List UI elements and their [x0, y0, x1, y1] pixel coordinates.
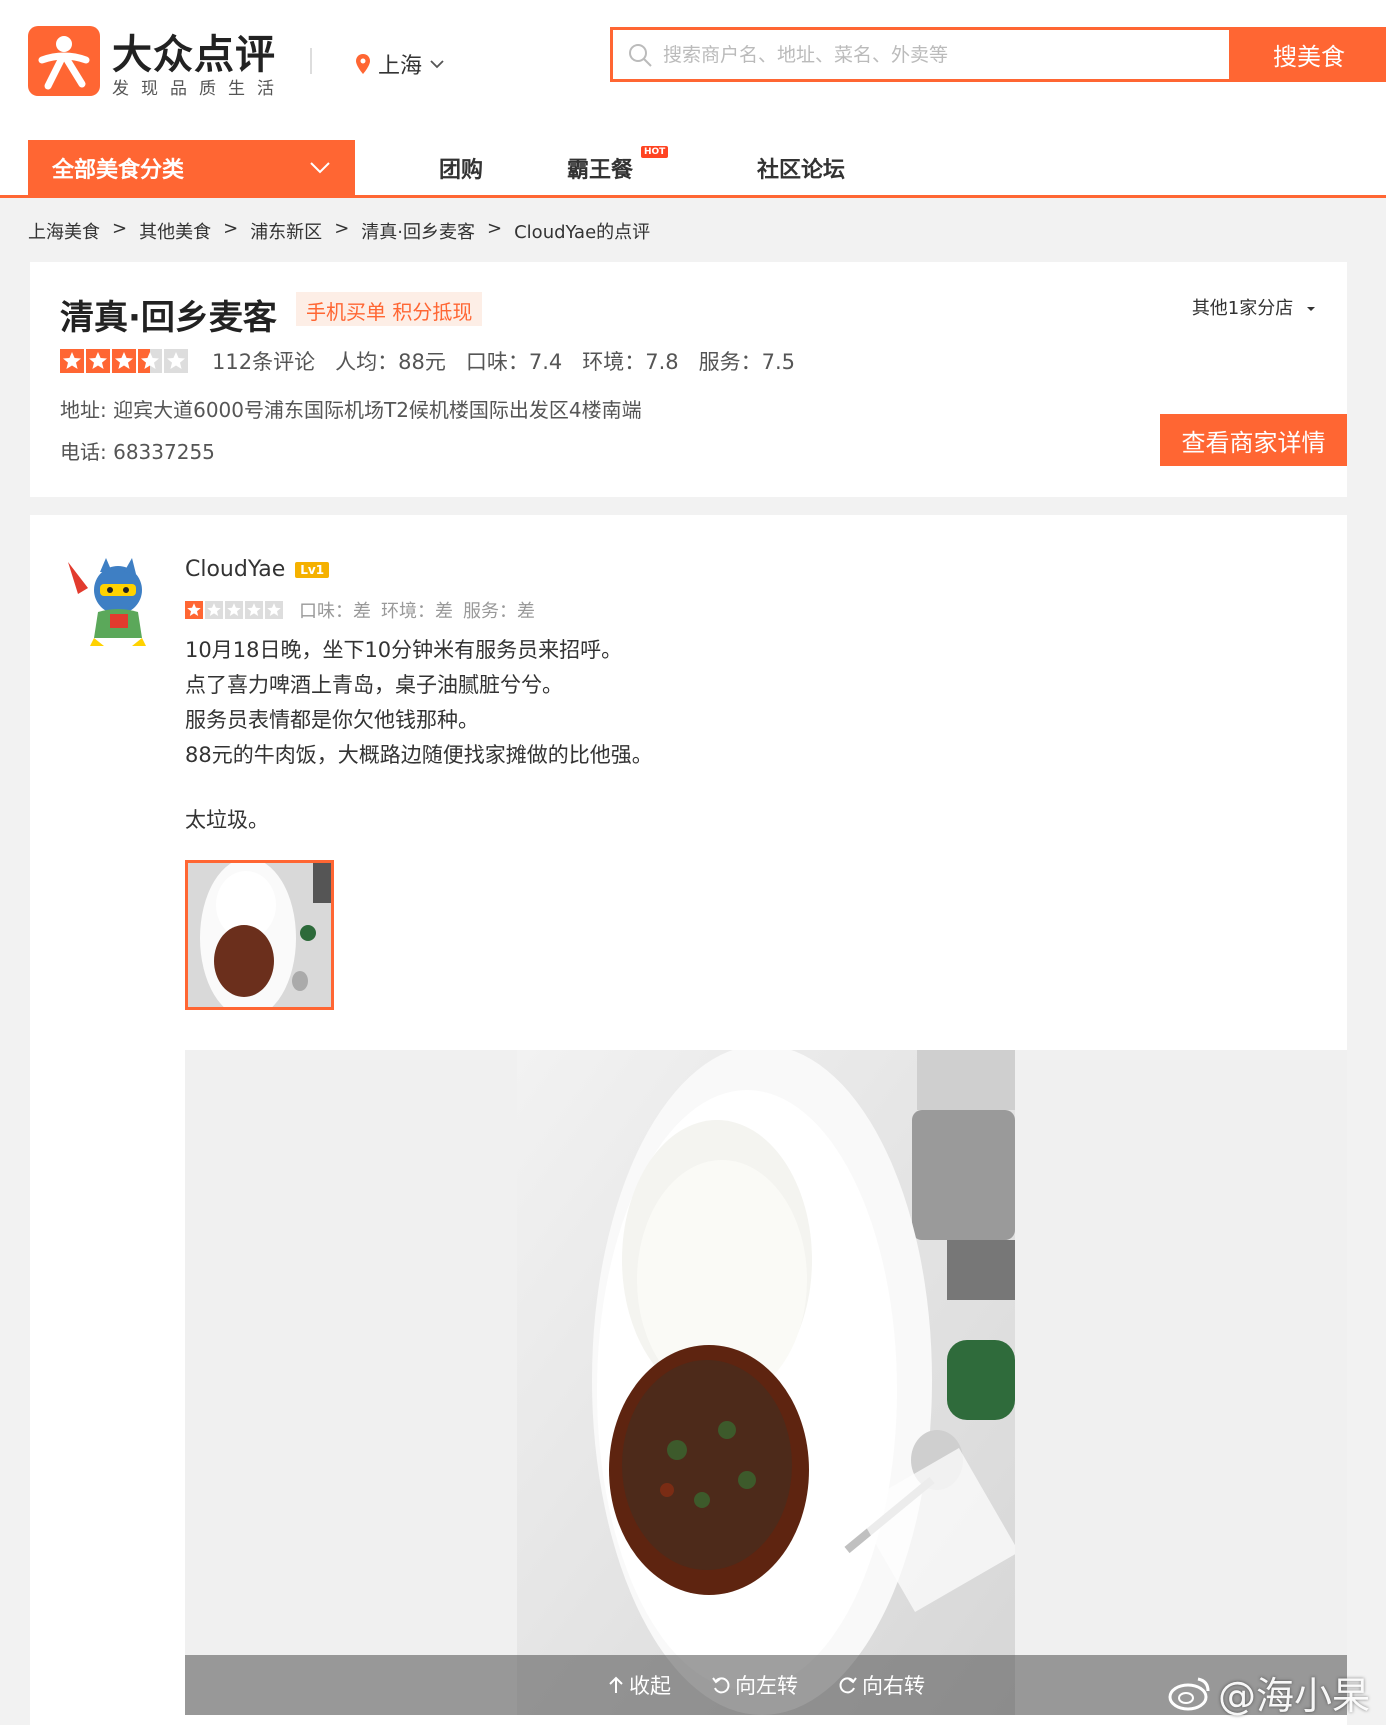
search-icon [629, 43, 652, 67]
shop-star-rating [60, 349, 190, 373]
city-name: 上海 [378, 54, 423, 79]
breadcrumb-item[interactable]: 其他美食 [139, 218, 211, 244]
shop-name: 清真·回乡麦客 [60, 298, 277, 338]
collapse-button[interactable]: 收起 [607, 1670, 671, 1700]
star-icon [205, 601, 223, 619]
breadcrumb-current: CloudYae的点评 [514, 222, 651, 243]
review-count[interactable]: 112条评论 [212, 346, 315, 376]
rotate-right-button[interactable]: 向右转 [838, 1670, 925, 1700]
star-icon [86, 349, 110, 373]
star-icon [112, 349, 136, 373]
star-icon [225, 601, 243, 619]
review-photo-thumbnail[interactable] [185, 860, 334, 1010]
reviewer-name[interactable]: CloudYae [185, 557, 285, 582]
review-closing-line: 太垃圾。 [185, 808, 269, 832]
review-taste-score: 口味：差 [299, 601, 371, 622]
search-button[interactable]: 搜美食 [1232, 27, 1386, 82]
star-icon [164, 349, 188, 373]
review-environment-score: 环境：差 [381, 601, 453, 622]
breadcrumb-separator: > [112, 218, 128, 239]
shop-promo-tag[interactable]: 手机买单 积分抵现 [296, 292, 483, 326]
top-header: 大众点评 发现品质生活 上海 搜美食 [0, 0, 1386, 138]
avg-price: 人均：88元 [335, 350, 446, 374]
review-card: CloudYae Lv1 口味：差 环境：差 服务：差 10月18日晚，坐下10… [30, 515, 1347, 1725]
review-line: 10月18日晚，坐下10分钟米有服务员来招呼。 [185, 638, 623, 662]
rotate-right-icon [839, 1677, 857, 1694]
star-icon [138, 349, 162, 373]
hot-badge: HOT [641, 146, 669, 158]
breadcrumb: 上海美食 > 其他美食 > 浦东新区 > 清真·回乡麦客 > CloudYae的… [28, 218, 650, 244]
chevron-down-icon [430, 60, 444, 69]
chevron-down-icon [310, 162, 330, 174]
star-icon [185, 601, 203, 619]
taste-score: 口味：7.4 [465, 350, 563, 374]
review-rating-row: 口味：差 环境：差 服务：差 [185, 597, 535, 623]
review-star-rating [185, 601, 285, 619]
review-line: 点了喜力啤酒上青岛，桌子油腻脏兮兮。 [185, 673, 563, 697]
reviewer-info: CloudYae Lv1 [185, 557, 330, 582]
shop-address: 地址: 迎宾大道6000号浦东国际机场T2候机楼国际出发区4楼南端 [60, 398, 642, 422]
avatar[interactable] [60, 550, 160, 650]
nav-item-forum[interactable]: 社区论坛 [757, 152, 845, 184]
breadcrumb-item[interactable]: 上海美食 [28, 218, 100, 244]
star-icon [60, 349, 84, 373]
review-line: 服务员表情都是你欠他钱那种。 [185, 708, 479, 732]
arrow-up-icon [609, 1676, 623, 1693]
all-categories-label: 全部美食分类 [52, 157, 185, 183]
breadcrumb-separator: > [223, 218, 239, 239]
weibo-icon [1168, 1677, 1210, 1710]
shop-phone: 电话: 68337255 [60, 440, 215, 464]
brand-slogan: 发现品质生活 [112, 79, 286, 99]
review-photo-viewer: 收起 向左转 向右转 [185, 1050, 1347, 1715]
star-icon [245, 601, 263, 619]
review-service-score: 服务：差 [463, 601, 535, 622]
breadcrumb-item[interactable]: 清真·回乡麦客 [361, 218, 475, 244]
environment-score: 环境：7.8 [582, 350, 679, 374]
main-nav: 全部美食分类 团购 霸王餐 HOT 社区论坛 [0, 138, 1386, 198]
review-photo-large[interactable] [517, 1050, 1015, 1715]
shop-rating-row: 112条评论 人均：88元 口味：7.4 环境：7.8 服务：7.5 [60, 346, 795, 376]
search-input[interactable] [663, 43, 1203, 66]
all-categories-dropdown[interactable]: 全部美食分类 [28, 140, 355, 195]
other-branches-dropdown[interactable]: 其他1家分店 [1192, 294, 1317, 320]
breadcrumb-separator: > [334, 218, 350, 239]
service-score: 服务：7.5 [698, 350, 796, 374]
search-box [610, 27, 1232, 82]
nav-item-free-meal[interactable]: 霸王餐 HOT [567, 146, 669, 184]
dianping-logo[interactable] [28, 26, 100, 96]
breadcrumb-item[interactable]: 浦东新区 [250, 218, 322, 244]
brand-name: 大众点评 [112, 32, 276, 78]
weibo-watermark: @海小杲 [1168, 1665, 1370, 1720]
review-body: 10月18日晚，坐下10分钟米有服务员来招呼。 点了喜力啤酒上青岛，桌子油腻脏兮… [185, 633, 653, 838]
view-shop-details-button[interactable]: 查看商家详情 [1160, 414, 1347, 466]
review-line: 88元的牛肉饭，大概路边随便找家摊做的比他强。 [185, 743, 653, 767]
rotate-left-icon [712, 1677, 730, 1694]
city-selector[interactable]: 上海 [356, 48, 444, 80]
header-divider [310, 48, 312, 74]
star-icon [265, 601, 283, 619]
breadcrumb-separator: > [487, 218, 503, 239]
shop-info-card: 清真·回乡麦客 手机买单 积分抵现 其他1家分店 112条评论 人均：88元 口… [30, 262, 1347, 497]
rotate-left-button[interactable]: 向左转 [711, 1670, 798, 1700]
caret-down-icon [1307, 307, 1315, 311]
nav-item-groupbuy[interactable]: 团购 [439, 152, 483, 184]
location-pin-icon [356, 54, 370, 74]
level-badge: Lv1 [295, 561, 330, 578]
